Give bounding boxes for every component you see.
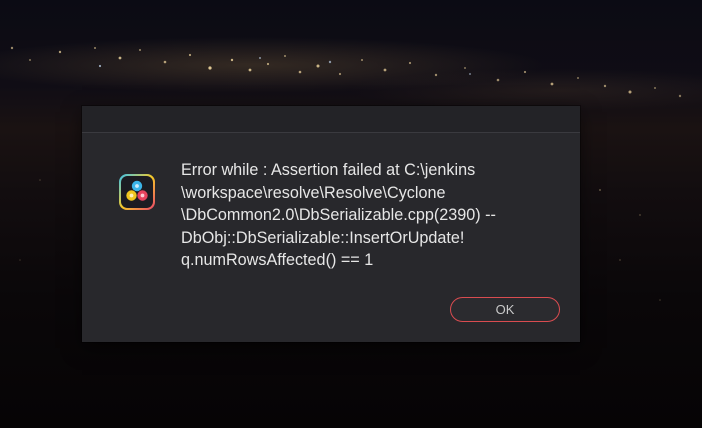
dialog-titlebar[interactable] bbox=[82, 106, 580, 133]
error-dialog: Error while : Assertion failed at C:\jen… bbox=[82, 106, 580, 342]
davinci-resolve-icon bbox=[119, 174, 155, 210]
error-message: Error while : Assertion failed at C:\jen… bbox=[181, 161, 496, 269]
desktop-background: Error while : Assertion failed at C:\jen… bbox=[0, 0, 702, 428]
ok-button[interactable]: OK bbox=[450, 297, 560, 322]
